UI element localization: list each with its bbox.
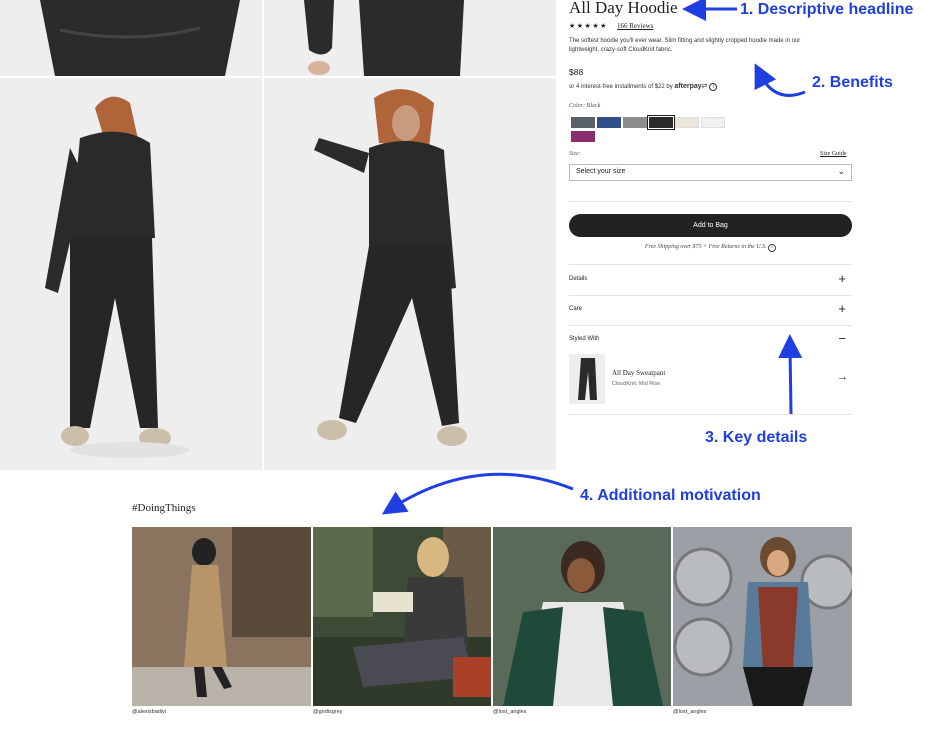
minus-icon: − bbox=[838, 331, 846, 346]
add-to-bag-button[interactable]: Add to Bag bbox=[569, 214, 852, 237]
accordion-care-label: Care bbox=[569, 306, 583, 312]
annotation-label-3: 3. Key details bbox=[705, 429, 808, 446]
gallery-photo-3[interactable] bbox=[493, 527, 671, 706]
size-label: Size: bbox=[569, 151, 581, 157]
product-photo-top-right bbox=[264, 0, 556, 76]
annotation-arrow-4 bbox=[381, 472, 574, 515]
styled-with-name: All Day Sweatpant bbox=[612, 369, 666, 377]
shipping-info-icon[interactable]: i bbox=[768, 244, 777, 252]
reviews-link[interactable]: 166 Reviews bbox=[617, 22, 653, 30]
size-guide-link[interactable]: Size Guide bbox=[820, 151, 847, 157]
afterpay-logo: afterpay bbox=[674, 83, 702, 90]
gallery-hashtag: #DoingThings bbox=[132, 502, 196, 514]
add-to-bag-label: Add to Bag bbox=[693, 222, 728, 229]
accordion-details-label: Details bbox=[569, 276, 588, 282]
gallery-handle-4[interactable]: @lost_angles bbox=[673, 709, 706, 715]
arrow-right-icon: → bbox=[837, 371, 848, 383]
gallery-photo-2[interactable] bbox=[313, 527, 491, 706]
styled-with-subtitle: CloudKnit; Mid Rise bbox=[612, 381, 661, 387]
gallery-photo-1[interactable] bbox=[132, 527, 311, 706]
chevron-down-icon: ⌄ bbox=[837, 166, 845, 176]
color-swatch[interactable] bbox=[597, 117, 621, 128]
styled-with-thumbnail bbox=[569, 354, 605, 404]
accordion-styled-with-label: Styled With bbox=[569, 336, 600, 342]
color-swatch[interactable] bbox=[675, 117, 699, 128]
annotation-arrow-2 bbox=[754, 63, 806, 97]
color-swatch[interactable] bbox=[701, 117, 725, 128]
gallery-handle-3[interactable]: @lost_angles bbox=[493, 709, 526, 715]
gallery-handle-1[interactable]: @alexisbadiyi bbox=[132, 709, 166, 715]
product-photo-front-view bbox=[264, 78, 556, 470]
color-swatch[interactable] bbox=[623, 117, 647, 128]
installments-text: or 4 interest-free installments of $22 b… bbox=[569, 82, 718, 91]
accordion-styled-with[interactable]: Styled With − bbox=[569, 325, 852, 355]
afterpay-loop-icon: ⇄ bbox=[701, 83, 708, 90]
size-select-value: Select your size bbox=[576, 168, 626, 175]
annotation-label-4: 4. Additional motivation bbox=[580, 487, 761, 504]
annotation-label-1: 1. Descriptive headline bbox=[740, 1, 914, 18]
installments-label: or 4 interest-free installments of $22 b… bbox=[569, 84, 673, 90]
color-swatch[interactable] bbox=[571, 117, 595, 128]
gallery-handle-2[interactable]: @godisgrey bbox=[313, 709, 342, 715]
accordion-details[interactable]: Details + bbox=[569, 265, 852, 295]
size-select[interactable]: Select your size ⌄ bbox=[569, 164, 852, 181]
product-photo-top-left bbox=[0, 0, 262, 76]
color-value: Black bbox=[586, 103, 601, 109]
color-swatch[interactable] bbox=[571, 131, 595, 142]
color-swatch[interactable] bbox=[647, 115, 675, 130]
product-price: $88 bbox=[569, 67, 584, 77]
shipping-note: Free Shipping over $75 + Free Returns in… bbox=[569, 244, 852, 252]
product-description: The softest hoodie you'll ever wear. Sli… bbox=[569, 38, 801, 53]
gallery-photo-4[interactable] bbox=[673, 527, 852, 706]
annotation-label-2: 2. Benefits bbox=[812, 74, 893, 91]
info-icon[interactable]: i bbox=[709, 83, 718, 91]
styled-with-item[interactable]: All Day Sweatpant CloudKnit; Mid Rise → bbox=[569, 354, 852, 404]
accordion-care[interactable]: Care + bbox=[569, 295, 852, 325]
product-photo-back-view bbox=[0, 78, 262, 470]
plus-icon: + bbox=[838, 271, 846, 286]
product-title: All Day Hoodie bbox=[569, 0, 678, 17]
rating-stars: ★★★★★ bbox=[569, 23, 608, 30]
plus-icon: + bbox=[838, 301, 846, 316]
color-label: Color: Black bbox=[569, 103, 601, 109]
